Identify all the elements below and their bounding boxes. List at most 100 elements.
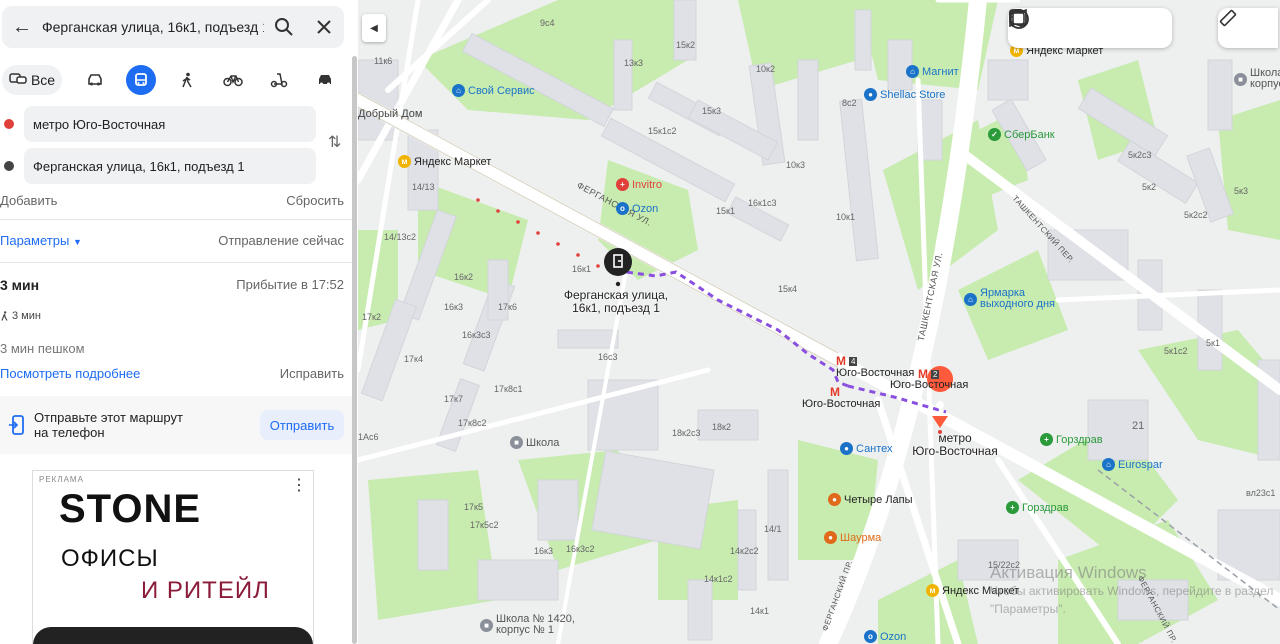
search-query[interactable]: Ферганская улица, 16к1, подъезд 1: [42, 19, 264, 35]
poi-school-1367[interactable]: ■ Школа № 1367,корпус № 3: [1234, 68, 1280, 90]
mode-walk-button[interactable]: [164, 65, 210, 95]
search-bar[interactable]: ← Ферганская улица, 16к1, подъезд 1: [2, 6, 344, 48]
app: ← Ферганская улица, 16к1, подъезд 1 Все: [0, 0, 1280, 644]
poi-ozon[interactable]: o Ozon: [616, 202, 658, 215]
building-number: 17к5: [464, 502, 483, 512]
poi-gorzdrav-2[interactable]: + Горздрав: [1006, 501, 1069, 514]
bus-icon: [135, 73, 147, 86]
origin-label-line2: Юго-Восточная: [912, 444, 998, 458]
route-to-row: Ферганская улица, 16к1, подъезд 1: [0, 148, 320, 184]
params-dropdown[interactable]: Параметры ▼: [0, 233, 82, 248]
poi-magnit[interactable]: ⌂ Магнит: [906, 65, 959, 78]
poi-yarmarka[interactable]: ⌂ Ярмарка выходного дня: [964, 288, 1055, 310]
building-number: 16к3с3: [462, 330, 491, 340]
poi-santekhnika[interactable]: ● Сантех: [840, 442, 893, 455]
route-params-row: Параметры ▼ Отправление сейчас: [0, 233, 350, 248]
poi-ozon-2[interactable]: o Ozon: [864, 630, 906, 643]
reset-route-link[interactable]: Сбросить: [286, 193, 344, 208]
transit-layer-button[interactable]: [1010, 9, 1135, 42]
metro-icon: M: [836, 354, 846, 368]
search-icon[interactable]: [264, 6, 304, 48]
mode-bike-button[interactable]: [210, 65, 256, 95]
mode-transit-button[interactable]: [118, 65, 164, 95]
ruler-button[interactable]: [1219, 9, 1262, 42]
bank-icon: ✓: [988, 128, 1001, 141]
poi-gorzdrav[interactable]: + Горздрав: [1040, 433, 1103, 446]
poi-label: Shellac Store: [880, 88, 946, 101]
swap-route-icon[interactable]: ⇅: [328, 132, 341, 152]
destination-dot-icon: [4, 161, 14, 171]
shop-icon: ●: [840, 442, 853, 455]
poi-invitro[interactable]: + Invitro: [616, 178, 662, 191]
metro-icon: M: [830, 385, 840, 399]
traffic-layer-button[interactable]: [1009, 9, 1166, 42]
collapse-panel-button[interactable]: ◀: [362, 14, 386, 42]
walk-segment-duration: 3 мин: [12, 310, 41, 322]
pedestrian-icon: [182, 72, 192, 88]
ad-label: РЕКЛАМА: [39, 475, 84, 484]
poi-svoy-service[interactable]: ⌂ Свой Сервис: [452, 84, 535, 97]
ad-banner[interactable]: РЕКЛАМА ⋮ STONE ОФИСЫ И РИТЕЙЛ: [32, 470, 314, 644]
building-number: 15к2: [676, 40, 695, 50]
transport-mode-tabs: Все: [0, 62, 350, 98]
building-number: 14к2с2: [730, 546, 759, 556]
square-layers-icon: [1009, 9, 1025, 25]
more-options-icon[interactable]: ⋮: [291, 475, 307, 495]
back-arrow-icon[interactable]: ←: [2, 6, 42, 48]
mode-scooter-button[interactable]: [256, 65, 302, 95]
shop-icon: o: [864, 630, 877, 643]
pharmacy-icon: +: [1040, 433, 1053, 446]
mode-car-button[interactable]: [72, 65, 118, 95]
poi-sberbank[interactable]: ✓ СберБанк: [988, 128, 1055, 141]
poi-eurospar[interactable]: ⌂ Eurospar: [1102, 458, 1163, 471]
ad-cta-bar[interactable]: [33, 627, 313, 644]
mode-all-button[interactable]: Все: [2, 65, 62, 95]
send-text-line2: на телефон: [34, 425, 105, 440]
bicycle-icon: [223, 75, 243, 87]
ad-title: STONE: [59, 487, 202, 531]
building-number: 15к1: [716, 206, 735, 216]
ruler-icon: [1219, 9, 1237, 27]
map-type-button[interactable]: [1009, 8, 1073, 42]
route-from-row: метро Юго-Восточная: [0, 106, 320, 142]
details-link[interactable]: Посмотреть подробнее: [0, 366, 140, 381]
cart-icon: ⌂: [1102, 458, 1115, 471]
building-number: 18к2: [712, 422, 731, 432]
poi-shaurma[interactable]: ● Шаурма: [824, 531, 881, 544]
poi-school[interactable]: ■ Школа: [510, 436, 559, 449]
car-icon: [88, 74, 102, 86]
sidebar-scrollbar[interactable]: [352, 56, 357, 644]
send-button[interactable]: Отправить: [260, 410, 344, 440]
poi-label: Сантех: [856, 442, 893, 455]
building-number: 15к3: [702, 106, 721, 116]
metro-entrance-1[interactable]: M 4: [836, 354, 858, 368]
map-view[interactable]: ФЕРГАНСКАЯ УЛ. ТАШКЕНТСКАЯ УЛ. ТАШКЕНТСК…: [358, 0, 1280, 644]
send-to-phone-text: Отправьте этот маршрут на телефон: [34, 410, 260, 440]
panorama-button[interactable]: [1009, 9, 1104, 42]
route-from-input[interactable]: метро Юго-Восточная: [24, 106, 316, 142]
poi-school-1420[interactable]: ■ Школа № 1420, корпус № 1: [480, 614, 575, 636]
send-text-line1: Отправьте этот маршрут: [34, 410, 183, 425]
fix-link[interactable]: Исправить: [280, 366, 344, 381]
poi-dobry-dom[interactable]: Добрый Дом: [358, 108, 422, 120]
poi-yandex-market[interactable]: м Яндекс Маркет: [398, 155, 491, 168]
building-number: 17к8с2: [458, 418, 487, 428]
poi-chetyre-lapy[interactable]: ● Четыре Лапы: [828, 493, 913, 506]
route-result-header[interactable]: 3 мин Прибытие в 17:52: [0, 277, 350, 293]
poi-label: Шаурма: [840, 531, 882, 544]
medical-icon: +: [616, 178, 629, 191]
result-links: Посмотреть подробнее Исправить: [0, 366, 350, 381]
arrival-time: Прибытие в 17:52: [236, 277, 344, 292]
route-actions: Добавить Сбросить: [0, 193, 350, 208]
building-number: 16к3с2: [566, 544, 595, 554]
poi-label-line2: корпус № 1: [496, 624, 555, 636]
route-to-input[interactable]: Ферганская улица, 16к1, подъезд 1: [24, 148, 316, 184]
metro-entrance-3[interactable]: M: [830, 385, 840, 399]
mode-taxi-button[interactable]: [302, 65, 348, 95]
poi-shellac-store[interactable]: ● Shellac Store: [864, 88, 945, 101]
close-icon[interactable]: [304, 6, 344, 48]
add-point-link[interactable]: Добавить: [0, 193, 57, 208]
building-number: 16с3: [598, 352, 618, 362]
departure-time[interactable]: Отправление сейчас: [218, 233, 344, 248]
building-number: 15к4: [778, 284, 797, 294]
